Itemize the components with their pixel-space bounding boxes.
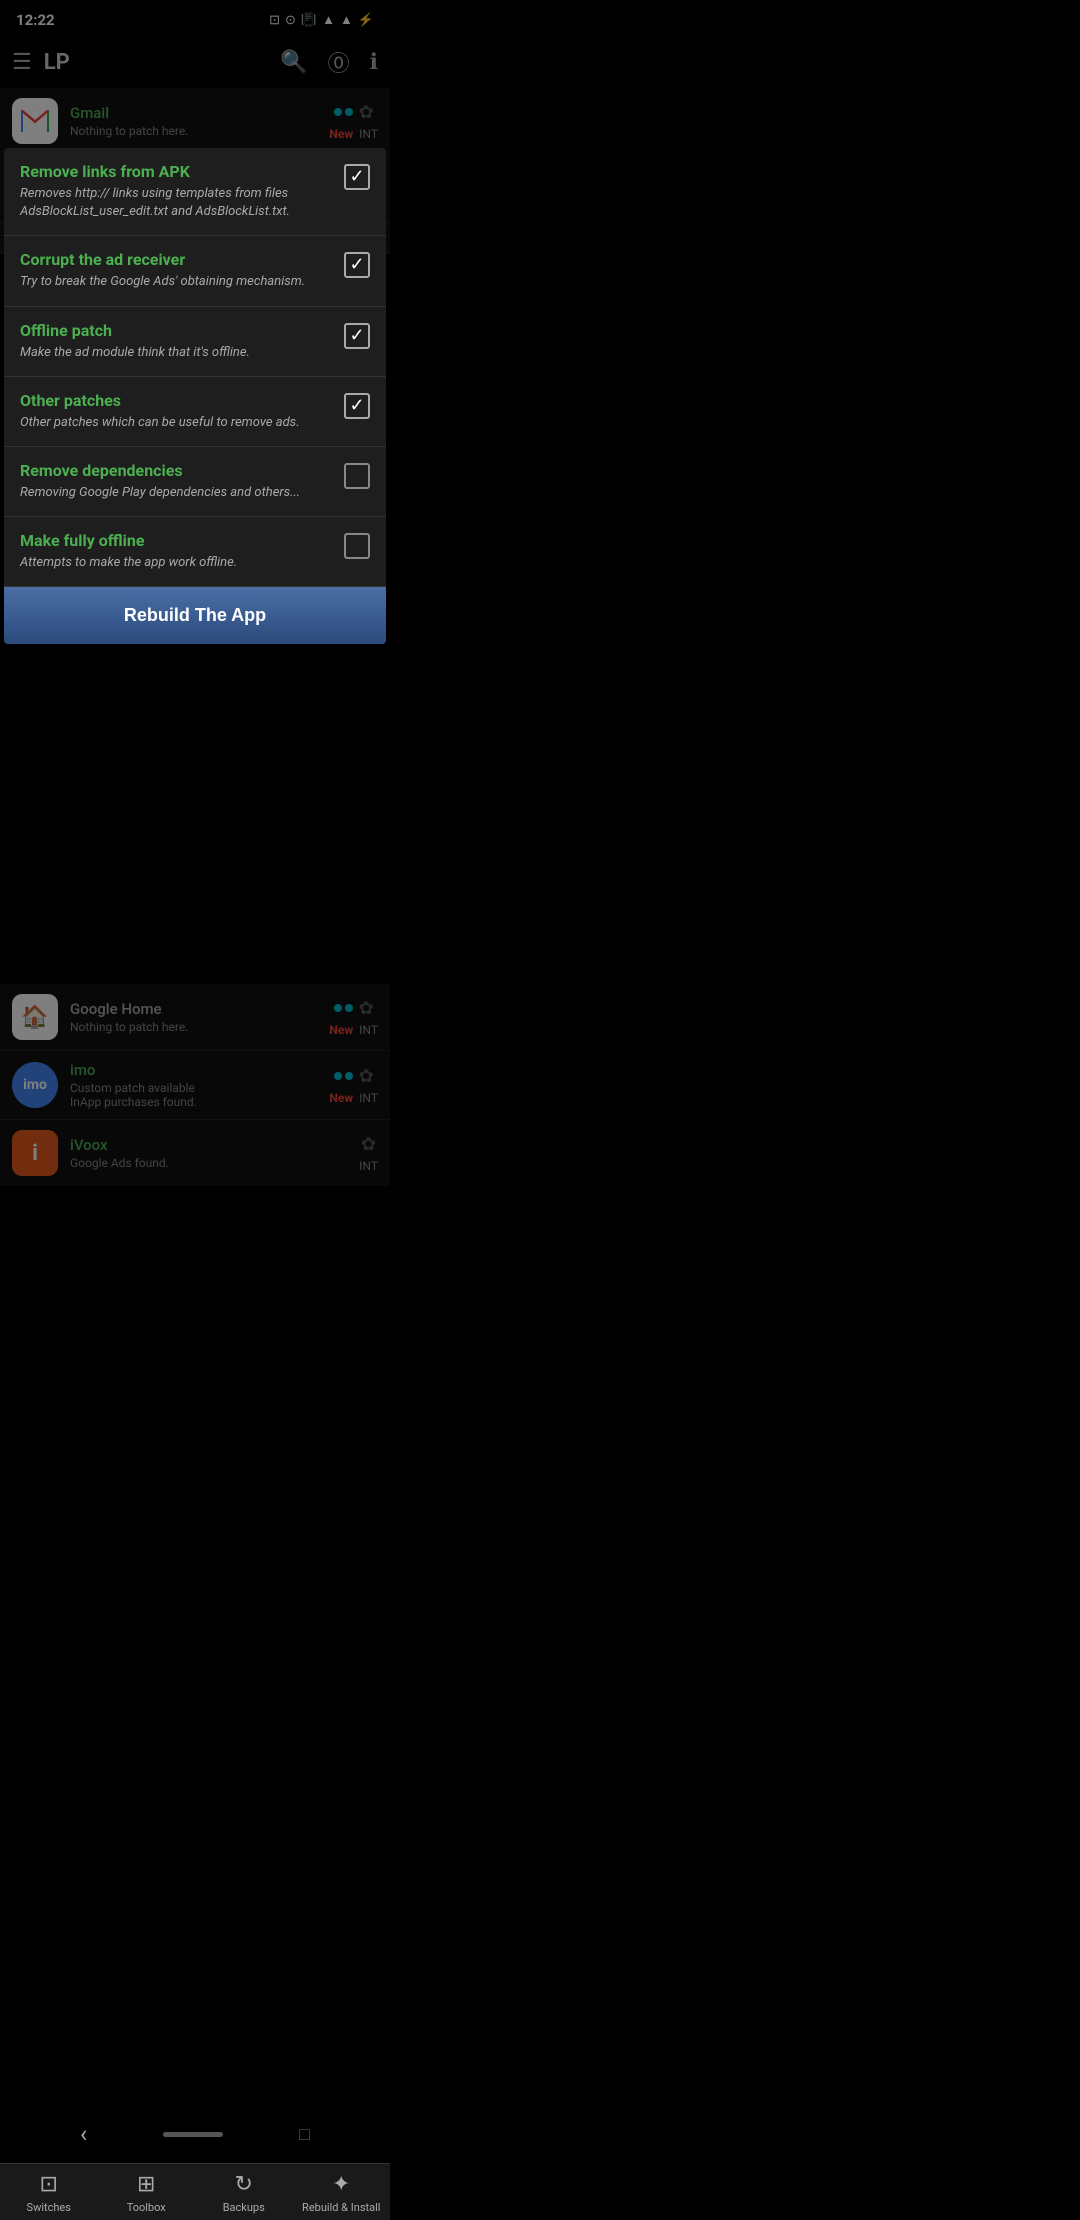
checkbox-corrupt-ad[interactable]: ✓ (344, 252, 370, 278)
patch-desc-corrupt-ad: Try to break the Google Ads' obtaining m… (20, 273, 332, 291)
patch-item-offline[interactable]: Offline patch Make the ad module think t… (4, 307, 386, 377)
check-icon-other: ✓ (349, 397, 364, 415)
checkbox-offline[interactable]: ✓ (344, 323, 370, 349)
switches-label: Switches (27, 2201, 71, 2214)
patch-item-other[interactable]: Other patches Other patches which can be… (4, 377, 386, 447)
switches-icon: ⊡ (40, 2172, 58, 2197)
nav-switches[interactable]: ⊡ Switches (0, 2164, 98, 2220)
checkbox-fully-offline[interactable] (344, 533, 370, 559)
patch-desc-remove-links: Removes http:// links using templates fr… (20, 185, 332, 221)
backups-label: Backups (223, 2201, 265, 2214)
nav-rebuild-install[interactable]: ✦ Rebuild & Install (293, 2164, 391, 2220)
rebuild-button[interactable]: Rebuild The App (4, 587, 386, 644)
toolbox-label: Toolbox (127, 2201, 166, 2214)
patch-item-fully-offline[interactable]: Make fully offline Attempts to make the … (4, 517, 386, 587)
rebuild-install-label: Rebuild & Install (302, 2201, 380, 2214)
patch-item-remove-deps[interactable]: Remove dependencies Removing Google Play… (4, 447, 386, 517)
checkbox-remove-links[interactable]: ✓ (344, 164, 370, 190)
patch-modal: Remove links from APK Removes http:// li… (4, 148, 386, 644)
patch-title-fully-offline: Make fully offline (20, 531, 332, 550)
patch-title-remove-deps: Remove dependencies (20, 461, 332, 480)
rebuild-install-icon: ✦ (332, 2172, 350, 2197)
backups-icon: ↻ (235, 2172, 253, 2197)
patch-item-remove-links[interactable]: Remove links from APK Removes http:// li… (4, 148, 386, 236)
patch-desc-fully-offline: Attempts to make the app work offline. (20, 554, 332, 572)
check-icon-offline: ✓ (349, 327, 364, 345)
patch-desc-remove-deps: Removing Google Play dependencies and ot… (20, 484, 332, 502)
checkbox-remove-deps[interactable] (344, 463, 370, 489)
patch-title-offline: Offline patch (20, 321, 332, 340)
nav-backups[interactable]: ↻ Backups (195, 2164, 293, 2220)
check-icon-remove-links: ✓ (349, 168, 364, 186)
bottom-nav: ⊡ Switches ⊞ Toolbox ↻ Backups ✦ Rebuild… (0, 2163, 390, 2220)
android-nav: ‹ □ (0, 2112, 390, 2156)
patch-title-remove-links: Remove links from APK (20, 162, 332, 181)
patch-title-corrupt-ad: Corrupt the ad receiver (20, 250, 332, 269)
nav-toolbox[interactable]: ⊞ Toolbox (98, 2164, 196, 2220)
back-icon[interactable]: ‹ (80, 2120, 87, 2148)
home-pill[interactable] (163, 2132, 223, 2137)
patch-desc-offline: Make the ad module think that it's offli… (20, 344, 332, 362)
patch-item-corrupt-ad[interactable]: Corrupt the ad receiver Try to break the… (4, 236, 386, 306)
patch-desc-other: Other patches which can be useful to rem… (20, 414, 332, 432)
recents-icon[interactable]: □ (299, 2124, 310, 2145)
patch-title-other: Other patches (20, 391, 332, 410)
checkbox-other[interactable]: ✓ (344, 393, 370, 419)
toolbox-icon: ⊞ (137, 2172, 155, 2197)
check-icon-corrupt-ad: ✓ (349, 256, 364, 274)
